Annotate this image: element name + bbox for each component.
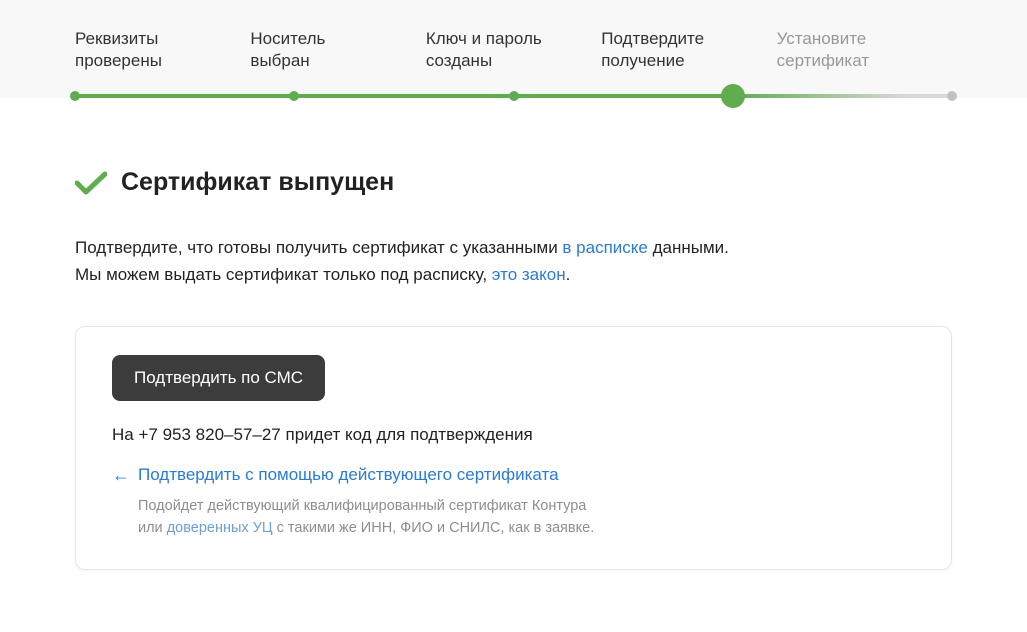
step-label-line2: выбран [250,51,309,70]
step-label-line2: проверены [75,51,162,70]
confirm-card: Подтвердить по СМС На +7 953 820–57–27 п… [75,326,952,571]
step-label-line1: Установите [777,29,867,48]
progress-line [75,94,952,98]
step-2: Носитель выбран [250,28,425,98]
sms-note: На +7 953 820–57–27 придет код для подтв… [112,425,915,445]
step-dot-3 [509,91,519,101]
arrow-left-icon: ← [112,465,130,486]
step-1: Реквизиты проверены [75,28,250,98]
step-3: Ключ и пароль созданы [426,28,601,98]
step-dot-1 [70,91,80,101]
progress-bar: Реквизиты проверены Носитель выбран Ключ… [0,0,1027,98]
intro-part4: . [566,265,571,284]
step-label-line2: сертификат [777,51,869,70]
sms-note-prefix: На [112,425,138,444]
phone-number: +7 953 820–57–27 [138,425,280,444]
step-dot-2 [289,91,299,101]
step-label-line1: Подтвердите [601,29,704,48]
intro-part3: Мы можем выдать сертификат только под ра… [75,265,492,284]
alt-desc-part2: или [138,520,167,536]
intro-part2: данными. [648,238,729,257]
page-title: Сертификат выпущен [121,168,394,197]
step-label-line1: Носитель [250,29,325,48]
step-label-line1: Ключ и пароль [426,29,542,48]
checkmark-icon [75,171,107,195]
intro-part1: Подтвердите, что готовы получить сертифи… [75,238,562,257]
sms-note-suffix: придет код для подтверждения [281,425,533,444]
main-content: Сертификат выпущен Подтвердите, что гото… [0,98,1027,610]
alt-desc-part3: с такими же ИНН, ФИО и СНИЛС, как в заяв… [273,520,595,536]
step-dot-4-current [721,84,745,108]
step-label-line1: Реквизиты [75,29,158,48]
alt-description: Подойдет действующий квалифицированный с… [112,496,915,540]
step-5: Установите сертификат [777,28,952,98]
step-4: Подтвердите получение [601,28,776,98]
receipt-link[interactable]: в расписке [562,238,647,257]
step-dot-5 [947,91,957,101]
alt-desc-part1: Подойдет действующий квалифицированный с… [138,498,586,514]
law-link[interactable]: это закон [492,265,566,284]
confirm-sms-button[interactable]: Подтвердить по СМС [112,355,325,401]
confirm-cert-link[interactable]: Подтвердить с помощью действующего серти… [138,465,559,485]
step-label-line2: созданы [426,51,492,70]
step-label-line2: получение [601,51,684,70]
intro-text: Подтвердите, что готовы получить сертифи… [75,235,952,288]
trusted-ca-link[interactable]: доверенных УЦ [167,520,273,536]
